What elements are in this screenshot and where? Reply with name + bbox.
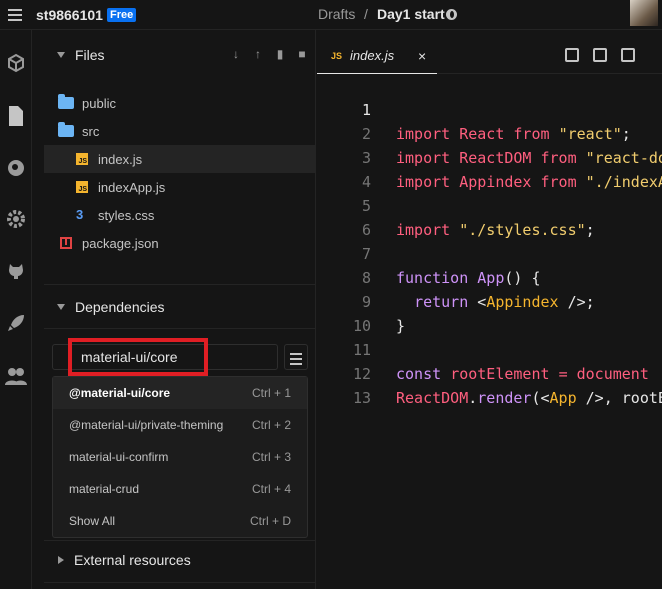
suggestion-item[interactable]: material-crud Ctrl + 4 — [53, 473, 307, 505]
suggestion-label: material-ui-confirm — [69, 450, 169, 464]
tab-index-js[interactable]: JS index.js × — [317, 38, 437, 74]
file-label: index.js — [98, 151, 143, 167]
show-all-item[interactable]: Show All Ctrl + D — [53, 505, 307, 537]
globe-icon[interactable] — [446, 9, 457, 20]
dependency-suggestions: @material-ui/core Ctrl + 1 @material-ui/… — [52, 376, 308, 538]
collapse-caret-icon[interactable] — [57, 52, 65, 58]
download-icon[interactable]: ↓ — [230, 48, 242, 60]
suggestion-item[interactable]: material-ui-confirm Ctrl + 3 — [53, 441, 307, 473]
code-line: 12 ReactDOM.render(<App />, rootElement)… — [317, 338, 662, 407]
sidebar: Files ↓ ↑ ▮ ■ public src JS index.js JS … — [44, 30, 316, 589]
hamburger-menu-icon[interactable] — [8, 9, 22, 21]
new-folder-icon[interactable]: ■ — [296, 48, 308, 60]
editor-toolbar — [565, 48, 635, 62]
divider — [44, 328, 316, 329]
breadcrumb-drafts[interactable]: Drafts — [318, 6, 355, 22]
file-label: package.json — [82, 235, 159, 251]
suggestion-label: material-crud — [69, 482, 140, 496]
code-line: 3 import Appindex from "./indexApp" — [317, 122, 662, 191]
files-toolbar: ↓ ↑ ▮ ■ — [230, 48, 308, 60]
layout-icon[interactable] — [621, 48, 635, 62]
package-icon — [60, 237, 72, 249]
file-label: src — [82, 123, 100, 139]
code-line: 13 — [317, 362, 662, 407]
activity-bar — [0, 30, 32, 589]
suggestion-label: @material-ui/private-theming — [69, 418, 224, 432]
gear-icon[interactable] — [5, 208, 27, 230]
file-tree-item[interactable]: JS indexApp.js — [44, 173, 316, 201]
avatar[interactable] — [630, 0, 658, 26]
breadcrumb-separator: / — [364, 6, 368, 22]
annotation-highlight-box — [68, 338, 208, 376]
file-label: public — [82, 95, 116, 111]
sandbox-title[interactable]: Day1 start — [377, 6, 445, 22]
external-resources-title: External resources — [74, 552, 191, 568]
code-line: 7 function App() { — [317, 218, 662, 287]
folder-open-icon — [58, 122, 74, 137]
js-file-icon: JS — [76, 181, 88, 193]
plan-badge: Free — [107, 8, 137, 22]
js-file-icon: JS — [331, 50, 343, 61]
code-line: 10 — [317, 290, 662, 335]
file-label: styles.css — [98, 207, 155, 223]
top-bar: st9866101 Free Drafts / Day1 start — [0, 0, 662, 30]
code-editor[interactable]: 1 import React from "react"; 2 import Re… — [317, 74, 662, 589]
code-line: 11 const rootElement = document — [317, 314, 662, 383]
files-section-header[interactable]: Files ↓ ↑ ▮ ■ — [44, 33, 316, 77]
new-file-icon[interactable]: ▮ — [274, 48, 286, 60]
suggestion-shortcut: Ctrl + D — [249, 514, 291, 528]
collapse-caret-icon[interactable] — [57, 304, 65, 310]
file-tree-item[interactable]: 3 styles.css — [44, 201, 316, 229]
folder-icon — [58, 94, 74, 109]
suggestion-shortcut: Ctrl + 1 — [251, 386, 291, 400]
suggestion-label: Show All — [69, 514, 116, 528]
users-icon[interactable] — [5, 365, 27, 387]
file-tree-item[interactable]: public — [44, 89, 316, 117]
file-label: indexApp.js — [98, 179, 166, 195]
code-line: 9 } — [317, 266, 662, 335]
dependencies-section-header[interactable]: Dependencies — [44, 285, 316, 329]
suggestion-shortcut: Ctrl + 4 — [251, 482, 291, 496]
files-title: Files — [75, 47, 105, 63]
dependency-list-button[interactable] — [284, 344, 308, 370]
suggestion-item[interactable]: @material-ui/core Ctrl + 1 — [53, 377, 307, 409]
code-line: 4 — [317, 146, 662, 191]
expand-caret-icon[interactable] — [58, 556, 64, 564]
suggestion-shortcut: Ctrl + 2 — [251, 418, 291, 432]
search-icon[interactable] — [5, 157, 27, 179]
code-line: 6 — [317, 194, 662, 239]
js-file-icon: JS — [76, 153, 88, 165]
suggestion-label: @material-ui/core — [69, 386, 171, 400]
suggestion-shortcut: Ctrl + 3 — [251, 450, 291, 464]
external-resources-header[interactable]: External resources — [44, 538, 316, 582]
rocket-icon[interactable] — [5, 312, 27, 334]
css-file-icon: 3 — [76, 207, 84, 222]
line-number: 13 — [352, 389, 371, 407]
github-icon[interactable] — [5, 259, 27, 281]
divider — [44, 582, 316, 583]
file-tree-item[interactable]: JS index.js — [44, 145, 316, 173]
code-line: 5 import "./styles.css"; — [317, 170, 662, 239]
code-line: 1 import React from "react"; — [317, 74, 662, 143]
file-icon[interactable] — [5, 105, 27, 127]
close-icon[interactable]: × — [418, 48, 426, 64]
suggestion-item[interactable]: @material-ui/private-theming Ctrl + 2 — [53, 409, 307, 441]
code-line: 8 return <Appindex />; — [317, 242, 662, 311]
tab-label: index.js — [350, 48, 395, 63]
code-line: 2 import ReactDOM from "react-dom" — [317, 98, 662, 167]
cube-icon[interactable] — [5, 52, 27, 74]
username[interactable]: st9866101 — [36, 7, 103, 23]
file-tree-item[interactable]: src — [44, 117, 316, 145]
file-tree-item[interactable]: package.json — [44, 229, 316, 257]
split-view-icon[interactable] — [565, 48, 579, 62]
preview-icon[interactable] — [593, 48, 607, 62]
upload-icon[interactable]: ↑ — [252, 48, 264, 60]
dependencies-title: Dependencies — [75, 299, 165, 315]
